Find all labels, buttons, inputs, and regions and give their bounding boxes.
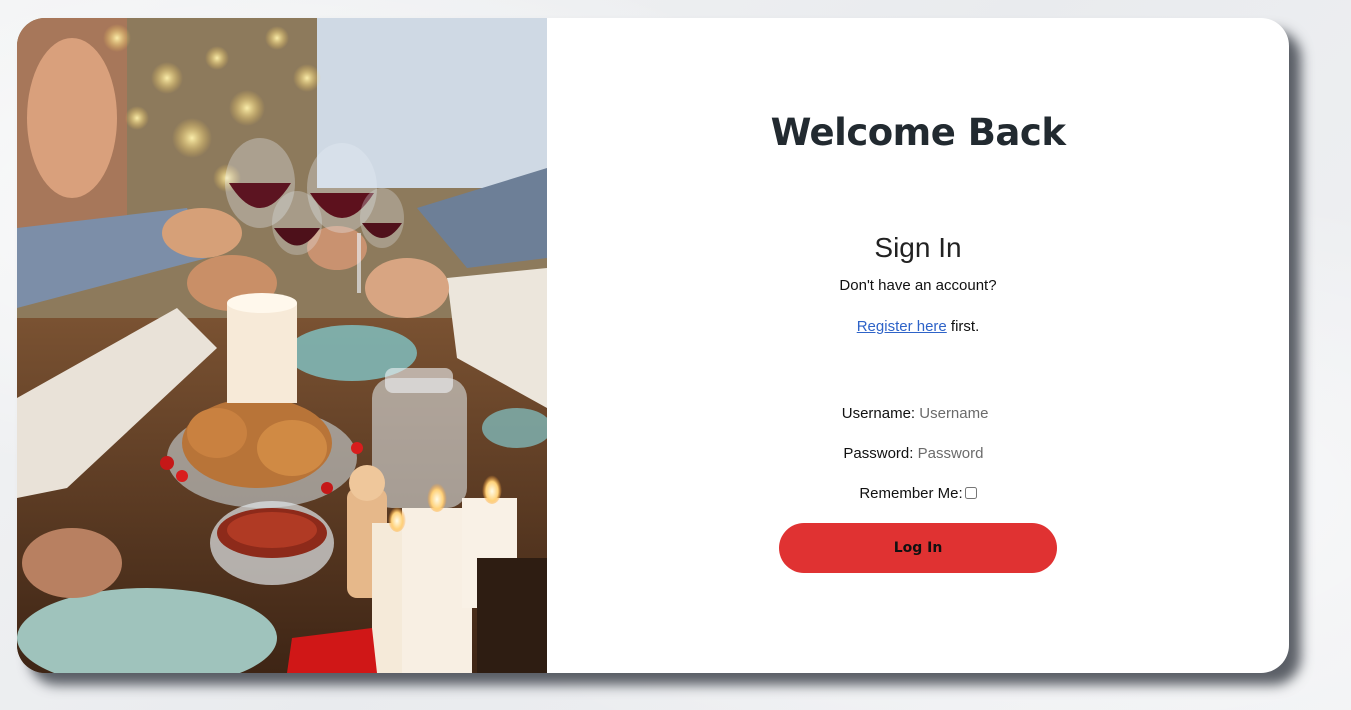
username-row: Username:: [547, 405, 1289, 422]
no-account-text: Don't have an account?: [839, 277, 997, 294]
sign-in-heading: Sign In: [874, 232, 962, 263]
photo-illustration: [17, 18, 547, 673]
login-panel: Welcome Back Sign In Don't have an accou…: [547, 18, 1289, 673]
password-input[interactable]: [917, 445, 993, 462]
page-title: Welcome Back: [770, 111, 1066, 154]
username-label: Username:: [841, 405, 916, 422]
remember-checkbox[interactable]: [964, 487, 977, 499]
password-row: Password:: [547, 445, 1289, 462]
username-input[interactable]: [919, 405, 995, 422]
remember-row: Remember Me:: [547, 485, 1289, 502]
login-card: Welcome Back Sign In Don't have an accou…: [17, 18, 1289, 673]
register-line: Register here first.: [547, 318, 1289, 335]
register-link[interactable]: Register here: [857, 318, 947, 335]
dinner-toast-photo: [17, 18, 547, 673]
password-label: Password:: [843, 445, 914, 462]
register-suffix: first.: [946, 318, 980, 335]
login-button[interactable]: Log In: [779, 523, 1057, 573]
remember-label: Remember Me:: [859, 485, 963, 502]
